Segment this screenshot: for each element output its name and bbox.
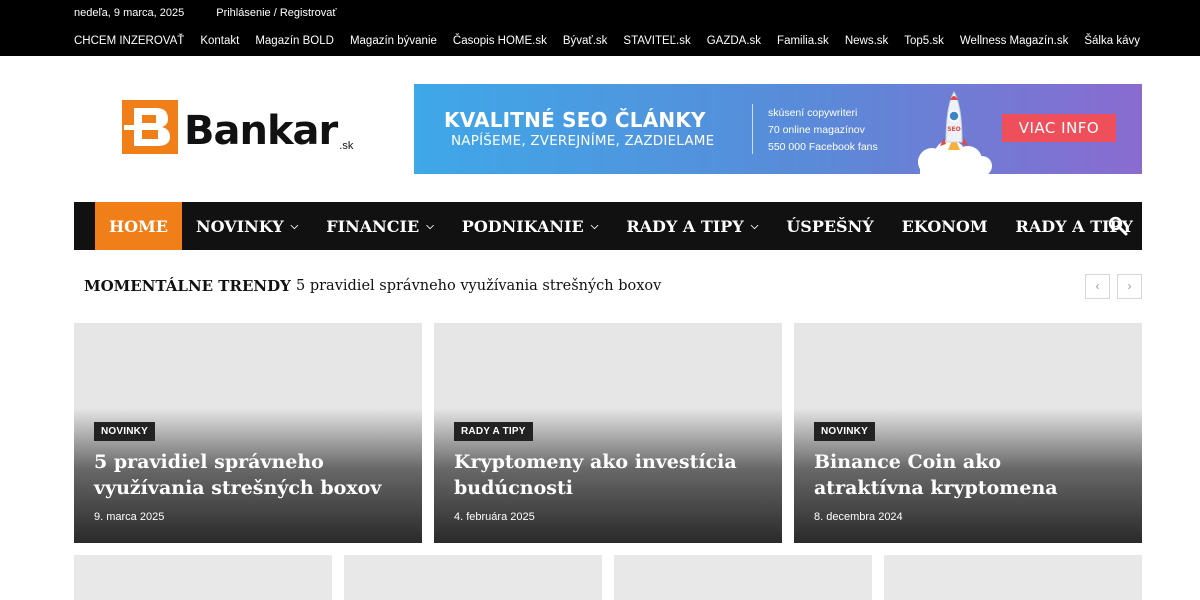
rocket-label: SEO xyxy=(947,126,961,133)
link-salka-kavy[interactable]: Šálka kávy xyxy=(1084,35,1140,47)
category-badge[interactable]: RADY A TIPY xyxy=(454,422,533,441)
featured-card[interactable]: NOVINKY Binance Coin ako atraktívna kryp… xyxy=(794,323,1142,543)
nav-home[interactable]: HOME xyxy=(95,202,182,250)
featured-card[interactable]: RADY A TIPY Kryptomeny ako investícia bu… xyxy=(434,323,782,543)
card-title[interactable]: Kryptomeny ako investícia budúcnosti xyxy=(454,449,754,501)
chevron-down-icon: ⌵ xyxy=(750,220,759,232)
chevron-down-icon: ⌵ xyxy=(426,220,434,232)
nav-label: HOME xyxy=(109,216,168,236)
main-navigation: HOME NOVINKY ⌵ FINANCIE ⌵ PODNIKANIE ⌵ RADY… xyxy=(74,202,1142,250)
banner-info-line: skúsení copywriteri xyxy=(768,107,858,119)
link-top5[interactable]: Top5.sk xyxy=(904,35,944,47)
card-title[interactable]: Binance Coin ako atraktívna kryptomena xyxy=(814,449,1114,501)
article-thumbnail[interactable] xyxy=(614,555,872,600)
nav-label: NOVINKY xyxy=(195,216,284,236)
top-bar: nedeľa, 9 marca, 2025 Prihlásenie / Regi… xyxy=(0,0,1200,56)
nav-label: EKONOM xyxy=(901,216,988,236)
link-familia[interactable]: Familia.sk xyxy=(777,35,829,47)
logo-word: Bankar xyxy=(184,108,338,154)
nav-label: PODNIKANIE xyxy=(461,216,584,236)
card-title[interactable]: 5 pravidiel správneho využívania strešný… xyxy=(94,449,394,501)
partner-links: CHCEM INZEROVAŤ Kontakt Magazín BOLD Mag… xyxy=(74,35,1140,47)
article-thumbnail[interactable] xyxy=(344,555,602,600)
current-date: nedeľa, 9 marca, 2025 xyxy=(74,7,185,19)
banner-more-info-button[interactable]: VIAC INFO xyxy=(1002,114,1116,142)
article-thumbnail[interactable] xyxy=(74,555,332,600)
category-badge[interactable]: NOVINKY xyxy=(814,422,875,441)
link-magazin-byvanie[interactable]: Magazín bývanie xyxy=(350,35,437,47)
site-logo[interactable]: Bankar .sk xyxy=(122,100,353,154)
nav-rady-a-tipy[interactable]: RADY A TIPY ⌵ xyxy=(612,202,772,250)
rocket-icon: SEO xyxy=(910,86,1000,174)
logo-mark xyxy=(122,100,178,154)
banner-info-line: 70 online magazínov xyxy=(768,124,865,136)
search-icon[interactable] xyxy=(1108,216,1128,236)
logo-tld: .sk xyxy=(339,140,354,152)
link-contact[interactable]: Kontakt xyxy=(200,35,239,47)
ad-banner[interactable]: KVALITNÉ SEO ČLÁNKY NAPÍŠEME, ZVEREJNÍME… xyxy=(414,84,1142,174)
banner-divider xyxy=(752,104,753,154)
article-thumbnail[interactable] xyxy=(884,555,1142,600)
nav-ekonom[interactable]: EKONOM xyxy=(888,202,1002,250)
banner-info-line: 550 000 Facebook fans xyxy=(768,141,878,153)
featured-card[interactable]: NOVINKY 5 pravidiel správneho využívania… xyxy=(74,323,422,543)
link-gazda[interactable]: GAZDA.sk xyxy=(707,35,761,47)
trending-next-button[interactable]: › xyxy=(1117,274,1142,299)
chevron-down-icon: ⌵ xyxy=(590,220,599,232)
link-casopis-home[interactable]: Časopis HOME.sk xyxy=(453,35,547,47)
chevron-down-icon: ⌵ xyxy=(290,220,299,232)
trending-label: MOMENTÁLNE TRENDY xyxy=(84,277,291,295)
top-bar-row: nedeľa, 9 marca, 2025 Prihlásenie / Regi… xyxy=(74,7,337,19)
card-date: 8. decembra 2024 xyxy=(814,511,903,523)
nav-label: FINANCIE xyxy=(326,216,420,236)
trending-prev-button[interactable]: ‹ xyxy=(1085,274,1110,299)
link-byvat[interactable]: Bývať.sk xyxy=(563,35,608,47)
nav-novinky[interactable]: NOVINKY ⌵ xyxy=(182,202,312,250)
banner-info: skúsení copywriteri 70 online magazínov … xyxy=(768,105,878,156)
link-magazin-bold[interactable]: Magazín BOLD xyxy=(255,35,334,47)
card-date: 4. februára 2025 xyxy=(454,511,535,523)
link-news[interactable]: News.sk xyxy=(845,35,888,47)
nav-financie[interactable]: FINANCIE ⌵ xyxy=(312,202,448,250)
category-badge[interactable]: NOVINKY xyxy=(94,422,155,441)
nav-label: ÚSPEŠNÝ xyxy=(786,216,874,236)
trending-headline-link[interactable]: 5 pravidiel správneho využívania strešný… xyxy=(296,278,661,294)
card-date: 9. marca 2025 xyxy=(94,511,165,523)
link-stavitel[interactable]: STAVITEĽ.sk xyxy=(623,35,690,47)
banner-headline: KVALITNÉ SEO ČLÁNKY xyxy=(444,108,706,132)
banner-subline: NAPÍŠEME, ZVEREJNÍME, ZAZDIELAME xyxy=(451,133,715,149)
login-register-link[interactable]: Prihlásenie / Registrovať xyxy=(216,7,336,19)
nav-podnikanie[interactable]: PODNIKANIE ⌵ xyxy=(448,202,613,250)
nav-uspesny[interactable]: ÚSPEŠNÝ xyxy=(772,202,887,250)
nav-label: RADY A TIPY xyxy=(626,216,744,236)
link-wellness[interactable]: Wellness Magazín.sk xyxy=(960,35,1068,47)
link-advertise[interactable]: CHCEM INZEROVAŤ xyxy=(74,35,184,47)
